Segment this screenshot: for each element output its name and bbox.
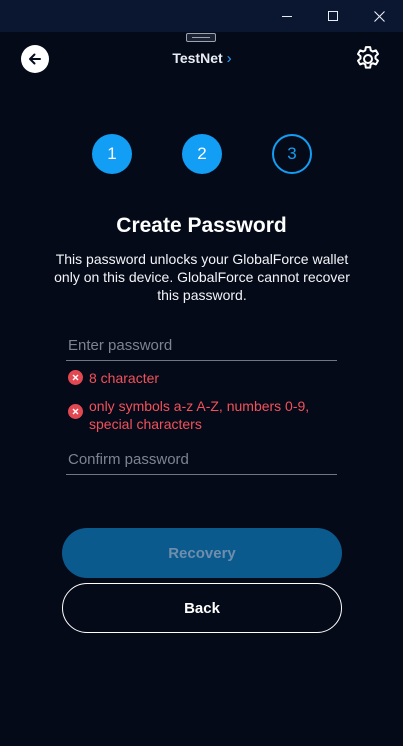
page-title: Create Password: [116, 214, 287, 237]
network-label: TestNet: [172, 50, 223, 66]
network-selector[interactable]: TestNet ›: [140, 48, 264, 68]
recovery-button[interactable]: Recovery: [62, 528, 342, 578]
maximize-icon: [328, 11, 338, 21]
error-min-length: 8 character: [68, 369, 159, 387]
password-input[interactable]: [66, 331, 337, 361]
close-button[interactable]: [356, 0, 402, 32]
step-3: 3: [272, 134, 312, 174]
back-button[interactable]: Back: [62, 583, 342, 633]
error-icon: [68, 404, 83, 419]
maximize-button[interactable]: [310, 0, 356, 32]
window-titlebar: [0, 0, 403, 32]
error-icon: [68, 370, 83, 385]
close-icon: [373, 10, 385, 22]
settings-button[interactable]: [353, 44, 383, 74]
step-2: 2: [182, 134, 222, 174]
page-description: This password unlocks your GlobalForce w…: [54, 251, 350, 303]
confirm-password-input[interactable]: [66, 445, 337, 475]
header-back-button[interactable]: [21, 45, 49, 73]
error-text: only symbols a-z A-Z, numbers 0-9, speci…: [89, 398, 310, 432]
arrow-left-icon: [29, 53, 41, 65]
step-1: 1: [92, 134, 132, 174]
minimize-button[interactable]: [264, 0, 310, 32]
error-text: 8 character: [89, 370, 160, 386]
minimize-icon: [282, 15, 292, 17]
gear-icon: [357, 46, 379, 69]
error-allowed-symbols: only symbols a-z A-Z, numbers 0-9, speci…: [68, 397, 340, 433]
drag-handle[interactable]: [186, 33, 216, 42]
chevron-right-icon: ›: [226, 49, 232, 67]
